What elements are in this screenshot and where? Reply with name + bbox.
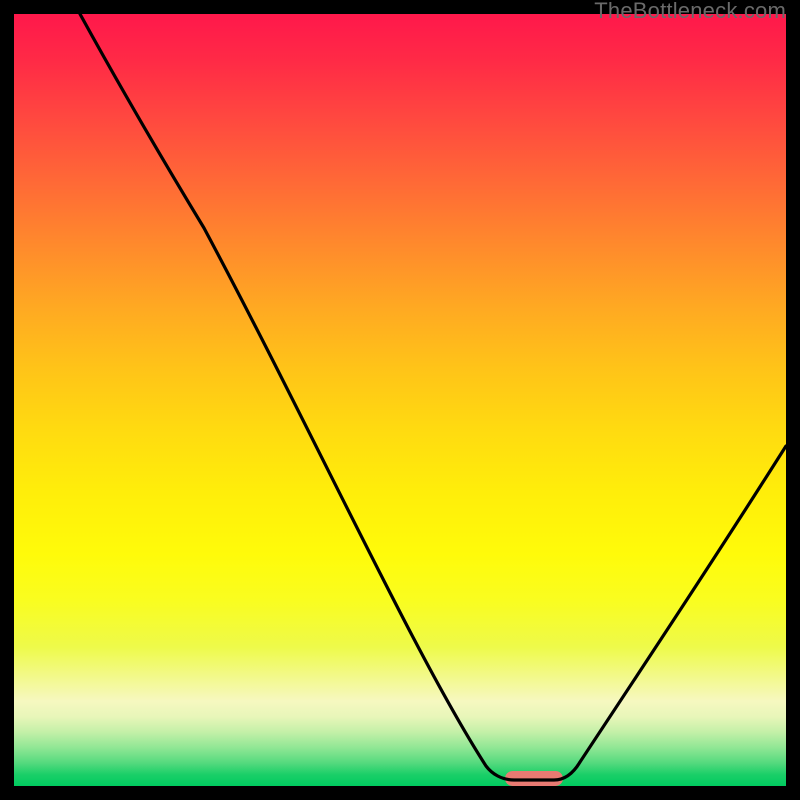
- watermark-text: TheBottleneck.com: [594, 0, 786, 24]
- plot-area: [14, 14, 786, 786]
- bottleneck-curve: [14, 14, 786, 786]
- chart-frame: TheBottleneck.com: [0, 0, 800, 800]
- curve-path: [80, 14, 786, 780]
